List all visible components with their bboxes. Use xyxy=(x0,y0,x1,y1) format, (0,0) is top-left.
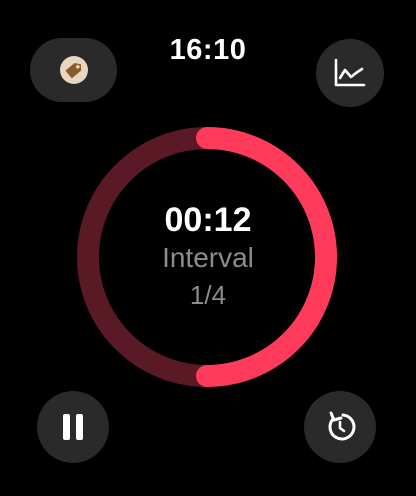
phase-label: Interval xyxy=(162,242,254,273)
phase-progress: 1/4 xyxy=(189,280,227,310)
pause-button[interactable] xyxy=(37,391,109,463)
timer-readout: 00:12 Interval 1/4 xyxy=(108,200,308,314)
reset-button[interactable] xyxy=(304,391,376,463)
elapsed-time: 00:12 xyxy=(164,201,252,239)
workout-screen: 16:10 00:12 Interval 1/4 xyxy=(0,0,416,496)
reset-icon xyxy=(328,411,356,441)
pause-icon xyxy=(63,414,83,440)
